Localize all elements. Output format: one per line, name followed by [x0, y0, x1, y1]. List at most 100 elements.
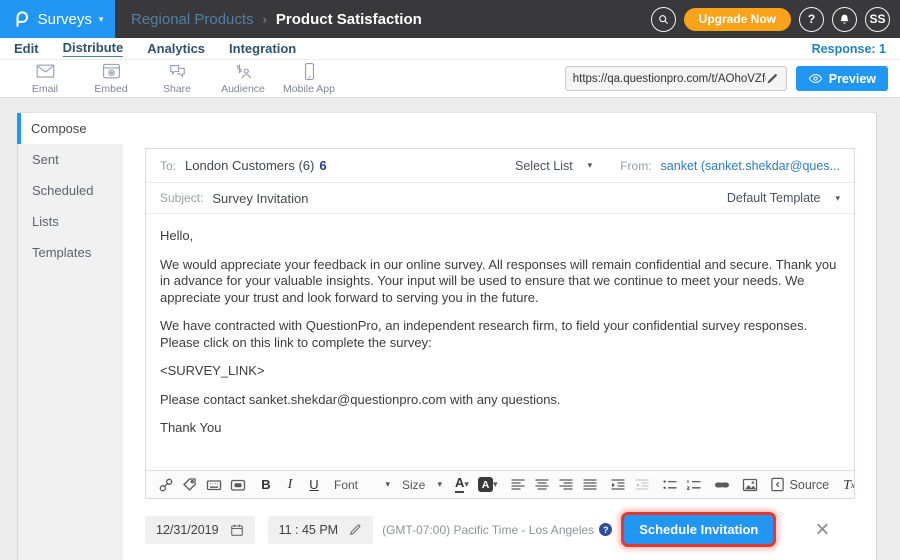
- sidebar-item-compose[interactable]: Compose: [17, 113, 123, 144]
- edit-time-icon[interactable]: [349, 523, 362, 536]
- from-value[interactable]: sanket (sanket.shekdar@ques...: [661, 159, 840, 173]
- select-list-dropdown[interactable]: Select List ▾: [515, 159, 592, 173]
- align-justify-button[interactable]: [582, 476, 598, 494]
- template-dropdown[interactable]: Default Template ▾: [727, 191, 840, 205]
- help-button[interactable]: ?: [799, 7, 824, 32]
- time-picker[interactable]: 11 : 45 PM: [268, 516, 374, 544]
- chevron-down-icon: ▾: [385, 479, 390, 490]
- align-left-button[interactable]: [510, 476, 526, 494]
- channel-share[interactable]: Share: [144, 62, 210, 95]
- bullet-list-button[interactable]: [662, 476, 678, 494]
- timezone-help-icon[interactable]: ?: [599, 523, 612, 536]
- sidebar-item-templates[interactable]: Templates: [18, 237, 123, 268]
- search-button[interactable]: [651, 7, 676, 32]
- sidebar-item-scheduled[interactable]: Scheduled: [18, 175, 123, 206]
- time-value: 11 : 45 PM: [279, 523, 339, 537]
- channel-label: Share: [163, 83, 191, 95]
- preview-button[interactable]: Preview: [796, 66, 888, 91]
- size-dropdown[interactable]: Size ▾: [402, 478, 442, 492]
- breadcrumb-parent[interactable]: Regional Products: [131, 11, 254, 28]
- surveys-menu-label: Surveys: [38, 11, 92, 28]
- to-row: To: London Customers (6) 6 Select List ▾…: [146, 149, 854, 183]
- breadcrumb-current: Product Satisfaction: [276, 11, 422, 28]
- schedule-invitation-button[interactable]: Schedule Invitation: [624, 515, 773, 544]
- indent-button[interactable]: [610, 476, 626, 494]
- indent-icon: [610, 477, 626, 493]
- avatar[interactable]: SS: [865, 7, 890, 32]
- close-icon[interactable]: ×: [815, 518, 829, 542]
- font-dropdown[interactable]: Font ▾: [334, 478, 390, 492]
- tab-edit[interactable]: Edit: [14, 41, 39, 56]
- text-color-icon: A: [455, 476, 464, 492]
- recipient-count: 6: [319, 158, 326, 173]
- edit-url-icon[interactable]: [766, 72, 779, 85]
- source-button[interactable]: Source: [770, 477, 830, 492]
- remove-format-button[interactable]: Tx: [841, 476, 854, 494]
- survey-link-button[interactable]: [158, 476, 174, 494]
- subject-value[interactable]: Survey Invitation: [212, 191, 308, 206]
- numbered-list-button[interactable]: [686, 476, 702, 494]
- preview-label: Preview: [829, 72, 876, 86]
- channel-label: Audience: [221, 83, 265, 95]
- embed-field-button[interactable]: [206, 476, 222, 494]
- timezone-group: (GMT-07:00) Pacific Time - Los Angeles ?: [382, 523, 612, 537]
- align-right-icon: [558, 477, 574, 493]
- email-body-editor[interactable]: Hello, We would appreciate your feedback…: [146, 214, 854, 470]
- channel-label: Mobile App: [283, 83, 335, 95]
- keyboard-icon: [206, 477, 222, 493]
- link-rings-icon: [158, 477, 174, 493]
- italic-button[interactable]: I: [282, 476, 298, 494]
- upgrade-now-button[interactable]: Upgrade Now: [684, 8, 791, 31]
- bell-icon: [838, 13, 851, 26]
- surveys-menu[interactable]: Surveys ▾: [0, 0, 115, 38]
- channel-embed[interactable]: Embed: [78, 62, 144, 95]
- email-sidebar: Compose Sent Scheduled Lists Templates: [17, 112, 123, 560]
- tab-distribute[interactable]: Distribute: [63, 40, 124, 57]
- text-color-button[interactable]: A▾: [454, 476, 470, 494]
- to-value[interactable]: London Customers (6): [185, 158, 314, 173]
- audience-icon: [234, 62, 253, 81]
- email-compose-card: To: London Customers (6) 6 Select List ▾…: [145, 148, 855, 499]
- fill-color-icon: A: [478, 477, 493, 492]
- tab-analytics[interactable]: Analytics: [147, 41, 205, 56]
- align-right-button[interactable]: [558, 476, 574, 494]
- schedule-row: 12/31/2019 11 : 45 PM (GMT-07:00) Pacifi…: [145, 515, 855, 544]
- image-icon: [742, 477, 758, 493]
- body-paragraph: <SURVEY_LINK>: [160, 363, 840, 380]
- chevron-down-icon: ▾: [99, 15, 104, 24]
- timezone-text: (GMT-07:00) Pacific Time - Los Angeles: [382, 523, 594, 537]
- subject-row: Subject: Survey Invitation Default Templ…: [146, 183, 854, 214]
- sidebar-item-sent[interactable]: Sent: [18, 144, 123, 175]
- header-actions: Upgrade Now ? SS: [651, 7, 900, 32]
- questionpro-logo-icon: [12, 10, 31, 29]
- body-paragraph: Thank You: [160, 420, 840, 437]
- remove-format-t: T: [843, 477, 851, 493]
- survey-url-box: [565, 66, 787, 91]
- channel-email[interactable]: Email: [12, 62, 78, 95]
- chevron-down-icon: ▾: [835, 193, 840, 204]
- align-center-icon: [534, 477, 550, 493]
- channel-audience[interactable]: Audience: [210, 62, 276, 95]
- fill-color-button[interactable]: A▾: [478, 476, 498, 494]
- insert-link-button[interactable]: [714, 476, 730, 494]
- source-label: Source: [790, 478, 830, 492]
- bold-button[interactable]: B: [258, 476, 274, 494]
- response-count: Response: 1: [812, 42, 886, 56]
- from-label: From:: [620, 159, 651, 173]
- date-picker[interactable]: 12/31/2019: [145, 516, 255, 544]
- merge-tag-button[interactable]: [182, 476, 198, 494]
- align-center-button[interactable]: [534, 476, 550, 494]
- outdent-icon: [634, 477, 650, 493]
- subject-label: Subject:: [160, 191, 203, 205]
- insert-button-button[interactable]: [230, 476, 246, 494]
- breadcrumb-separator-icon: ›: [263, 12, 267, 27]
- channel-mobile-app[interactable]: Mobile App: [276, 62, 342, 95]
- body-paragraph: Please contact sanket.shekdar@questionpr…: [160, 392, 840, 409]
- survey-url-input[interactable]: [573, 73, 766, 85]
- tab-integration[interactable]: Integration: [229, 41, 296, 56]
- notifications-button[interactable]: [832, 7, 857, 32]
- sidebar-item-lists[interactable]: Lists: [18, 206, 123, 237]
- top-header: Surveys ▾ Regional Products › Product Sa…: [0, 0, 900, 38]
- underline-button[interactable]: U: [306, 476, 322, 494]
- insert-image-button[interactable]: [742, 476, 758, 494]
